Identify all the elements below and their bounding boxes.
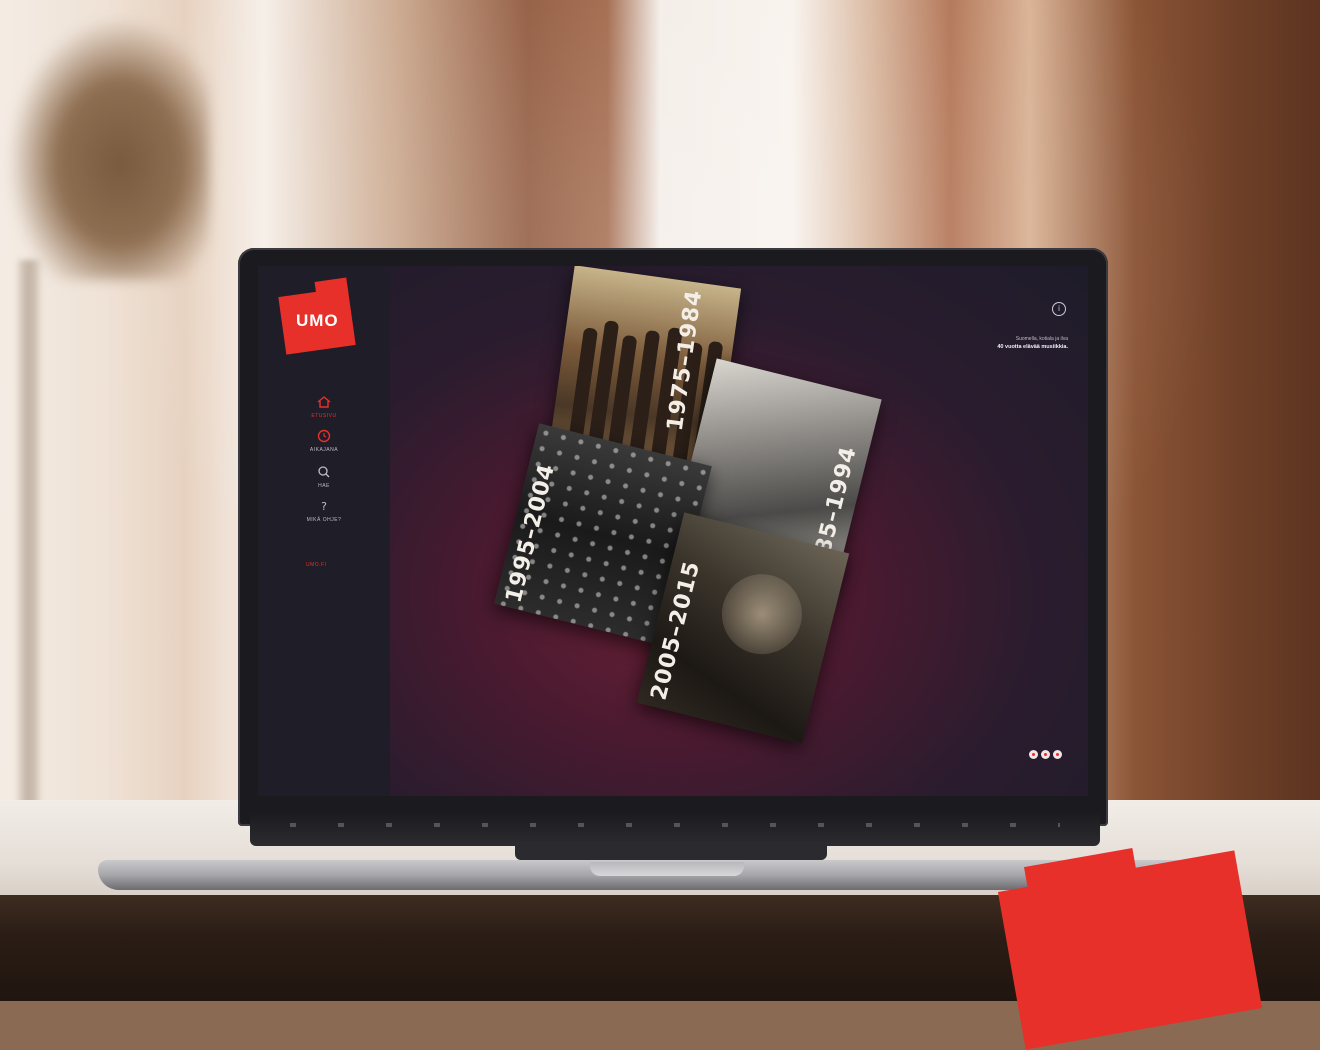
nav-item-home[interactable]: ETUSIVU [294,394,354,419]
info-icon[interactable]: i [1052,302,1066,316]
question-icon: ? [321,500,327,513]
nav-item-timeline[interactable]: AIKAJANA [294,428,354,453]
umo-logo[interactable]: UMO [278,287,356,355]
clock-icon [317,429,331,443]
stage-light [713,565,811,663]
home-icon [317,396,331,408]
tagline-line-1: Suomella, kotiala ja ilva [1015,336,1068,342]
sidebar: UMO ETUSIVU AIKAJANA HAE ? MIKÄ OHJE? UM… [258,266,390,796]
laptop-hinge [250,810,1100,846]
social-icon[interactable] [1029,750,1038,759]
social-buttons [1029,750,1062,759]
red-corner-graphic [997,850,1263,1050]
lamp-shade [10,20,210,280]
trackpad-notch [515,842,827,860]
lamp-pole [18,260,40,820]
hero-stage: 1975–1984 1985–1994 1995–2004 2005–2015 … [390,266,1088,796]
nav-item-search[interactable]: HAE [294,464,354,489]
nav-label-search: HAE [318,483,330,489]
umo-site-link[interactable]: UMO.FI [306,562,327,568]
nav-item-help[interactable]: ? MIKÄ OHJE? [294,498,354,523]
keyboard-keys [290,823,1060,827]
svg-text:?: ? [321,500,327,513]
laptop-screen: UMO ETUSIVU AIKAJANA HAE ? MIKÄ OHJE? UM… [258,266,1088,796]
nav-label-timeline: AIKAJANA [309,447,339,453]
social-icon[interactable] [1053,750,1062,759]
tagline: Suomella, kotiala ja ilva 40 vuotta eläv… [997,336,1068,350]
nav-label-help: MIKÄ OHJE? [306,517,342,523]
laptop-lip [590,862,744,876]
nav-label-home: ETUSIVU [311,413,337,419]
logo-text: UMO [295,311,339,331]
search-icon [318,466,330,478]
tagline-line-2: 40 vuotta elävää musiikkia. [997,344,1068,350]
social-icon[interactable] [1041,750,1050,759]
